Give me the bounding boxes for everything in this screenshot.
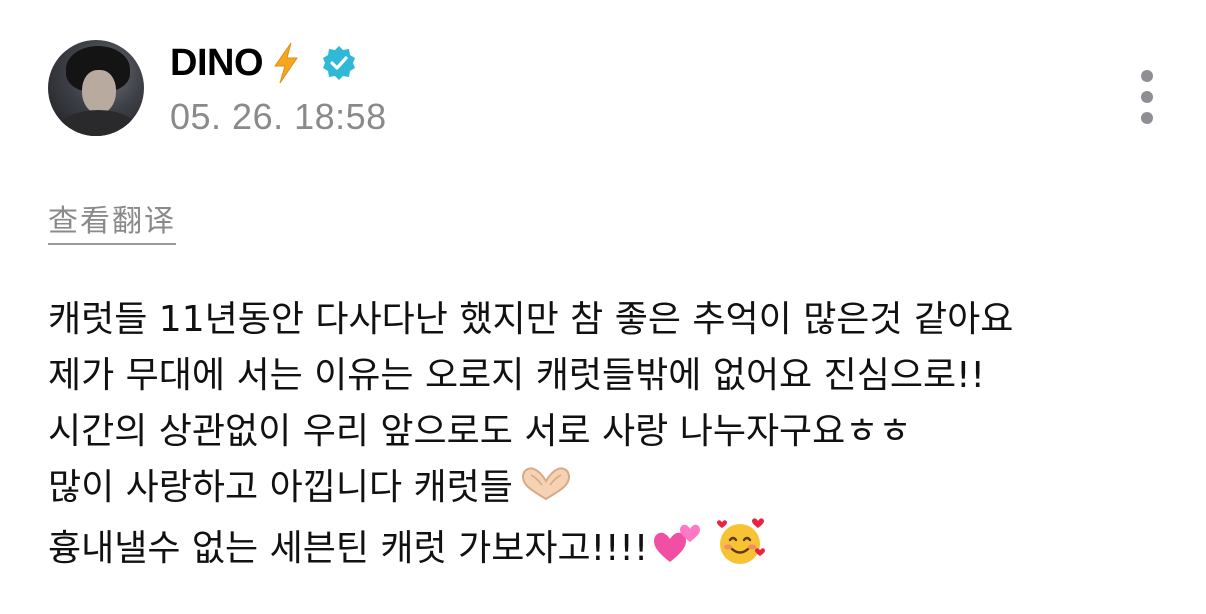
post-content: 캐럿들 11년동안 다사다난 했지만 참 좋은 추억이 많은것 같아요 제가 무…	[48, 292, 1188, 577]
post-card: DINO 05. 26. 18:58 查看翻译 캐럿들 11년동안 다사다난 했…	[0, 0, 1206, 614]
heart-hands-icon	[521, 467, 570, 501]
post-line-3: 시간의 상관없이 우리 앞으로도 서로 사랑 나누자구요ㅎㅎ	[48, 411, 912, 452]
post-line-1: 캐럿들 11년동안 다사다난 했지만 참 좋은 추억이 많은것 같아요	[48, 299, 1014, 340]
author-name[interactable]: DINO	[170, 42, 264, 85]
post-line-2: 제가 무대에 서는 이유는 오로지 캐럿들밖에 없어요 진심으로!!	[48, 355, 985, 396]
more-options-button[interactable]	[1132, 66, 1162, 128]
two-hearts-icon	[654, 524, 701, 562]
view-translation-link[interactable]: 查看翻译	[48, 196, 176, 245]
author-avatar[interactable]	[48, 40, 144, 136]
lightning-icon	[274, 42, 298, 84]
post-line-4-wrapper: 많이 사랑하고 아낍니다 캐럿들	[48, 460, 1188, 516]
author-row: DINO	[170, 38, 357, 88]
post-line-5: 흉내낼수 없는 세븐틴 캐럿 가보자고!!!!	[48, 528, 649, 569]
post-line-4: 많이 사랑하고 아낍니다 캐럿들	[48, 467, 513, 508]
post-line-5-wrapper: 흉내낼수 없는 세븐틴 캐럿 가보자고!!!!	[48, 516, 1188, 577]
verified-badge-icon	[323, 46, 355, 80]
more-vertical-icon	[1141, 70, 1153, 82]
smiling-face-with-hearts-icon	[717, 518, 766, 564]
post-timestamp: 05. 26. 18:58	[170, 96, 387, 137]
